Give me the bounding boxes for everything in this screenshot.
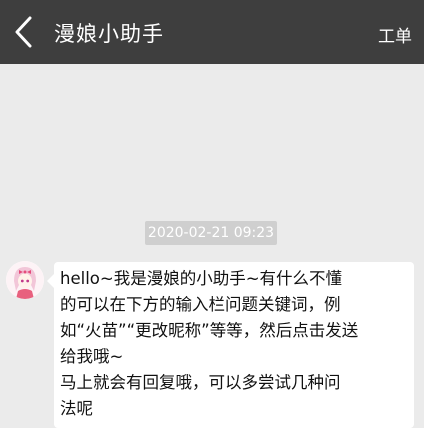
assistant-avatar[interactable] xyxy=(6,261,44,299)
chevron-left-icon xyxy=(15,16,32,48)
anime-girl-avatar-icon xyxy=(6,261,44,299)
message-line: 法呢 xyxy=(60,399,93,418)
back-button[interactable] xyxy=(8,12,42,52)
message-line: 的可以在下方的输入栏问题关键词，例 xyxy=(60,295,341,314)
message-timestamp: 2020-02-21 09:23 xyxy=(145,221,277,245)
ticket-button[interactable]: 工单 xyxy=(378,22,412,47)
message-line: 马上就会有回复哦，可以多尝试几种问 xyxy=(60,373,341,392)
bubble-tail xyxy=(47,274,54,288)
assistant-message-bubble[interactable]: hello~我是漫娘的小助手~有什么不懂 的可以在下方的输入栏问题关键词，例 如… xyxy=(47,262,414,428)
message-line: 如“火苗”“更改昵称”等等，然后点击发送 xyxy=(60,321,359,340)
page-title: 漫娘小助手 xyxy=(54,22,164,46)
top-bar: 漫娘小助手 工单 xyxy=(0,0,424,64)
message-line: 给我哦~ xyxy=(60,347,124,366)
chat-area[interactable]: 2020-02-21 09:23 hello~我是漫娘的小助手~有什么不懂 的可… xyxy=(0,64,424,428)
message-line: hello~我是漫娘的小助手~有什么不懂 xyxy=(60,269,343,288)
